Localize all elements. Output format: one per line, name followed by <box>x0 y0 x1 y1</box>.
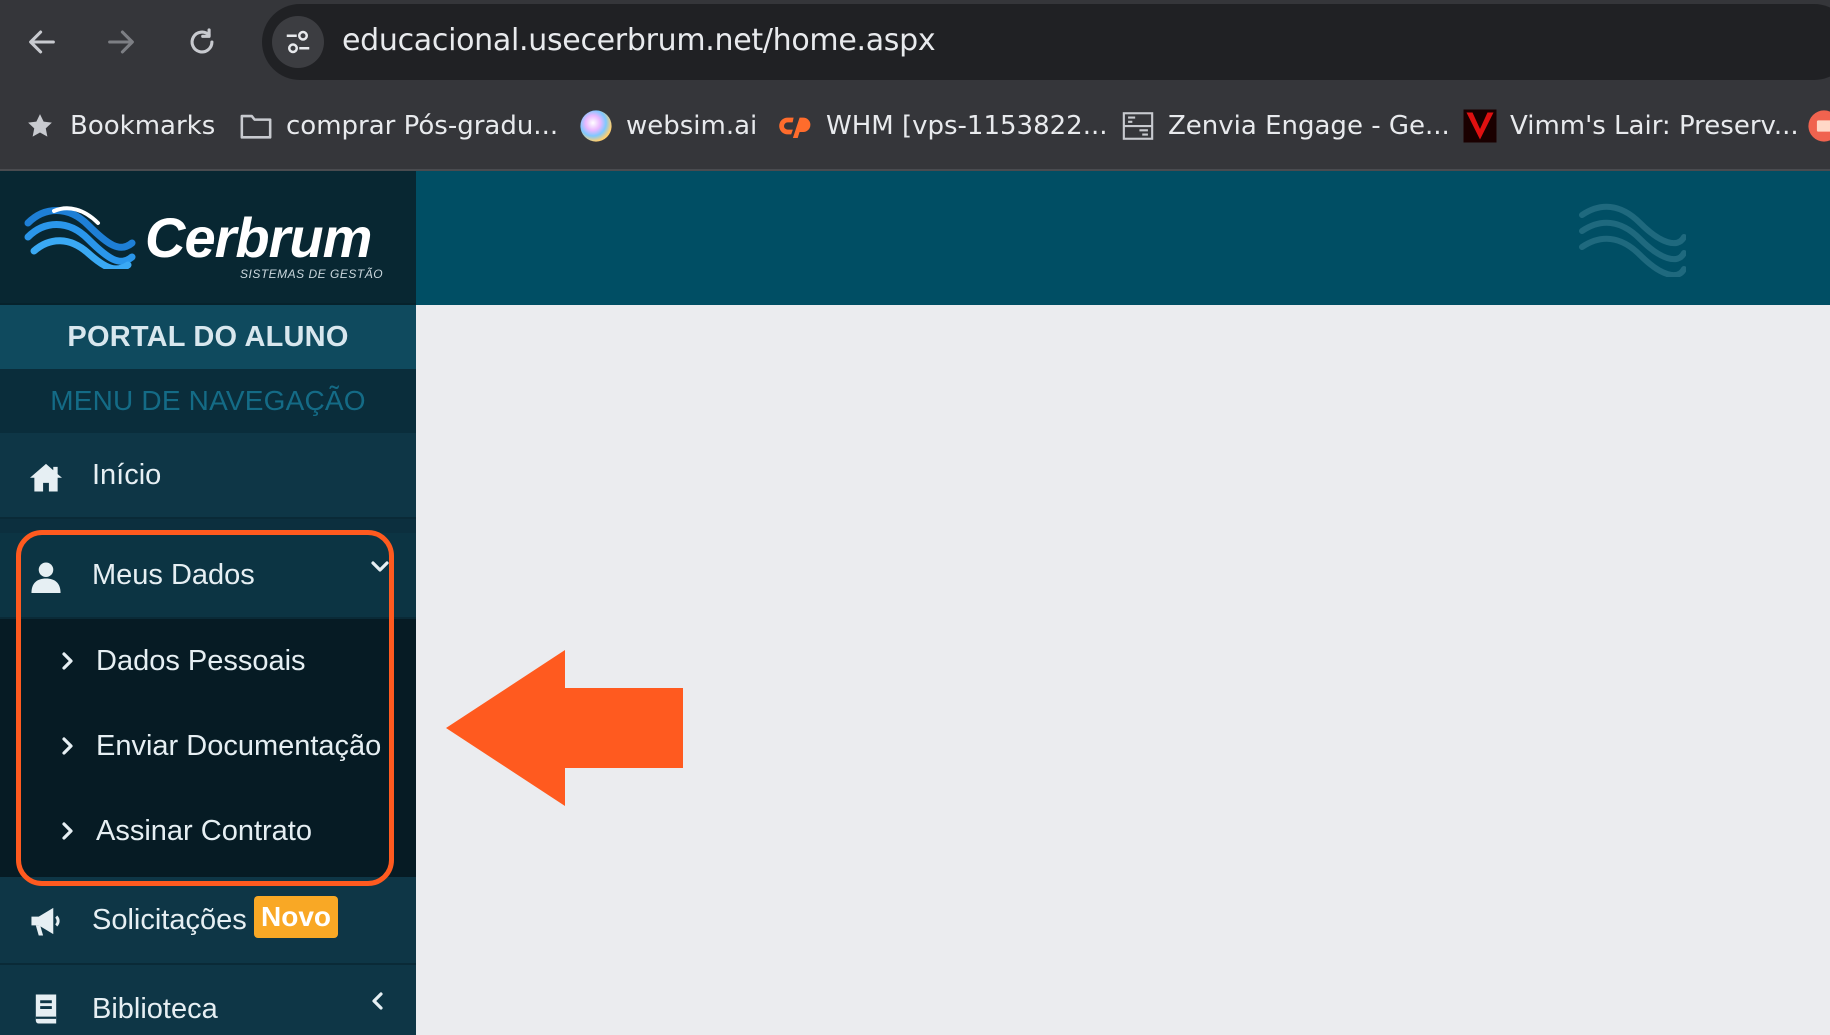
sidebar-item-label: Início <box>92 458 162 491</box>
chevron-down-icon <box>371 561 389 572</box>
top-header-bar <box>416 171 1830 305</box>
book-icon <box>26 991 66 1027</box>
vimm-icon <box>1462 108 1498 144</box>
bookmark-label: Vimm's Lair: Preserv... <box>1510 111 1799 141</box>
sidebar: Cerbrum SISTEMAS DE GESTÃO PORTAL DO ALU… <box>0 171 416 1035</box>
back-button[interactable] <box>20 20 64 64</box>
submenu-item-dados-pessoais[interactable]: Dados Pessoais <box>0 619 416 703</box>
sidebar-item-meus-dados[interactable]: Meus Dados <box>0 533 416 619</box>
chevron-right-icon <box>62 652 73 670</box>
logo-tagline: SISTEMAS DE GESTÃO <box>240 267 384 281</box>
logo-wordmark: Cerbrum <box>145 206 372 269</box>
bookmark-vimm[interactable]: Vimm's Lair: Preserv... <box>1462 104 1799 148</box>
menu-header: MENU DE NAVEGAÇÃO <box>0 369 416 433</box>
star-icon <box>22 108 58 144</box>
home-icon <box>26 459 66 495</box>
callout-arrow-icon <box>446 650 683 806</box>
bookmark-whm[interactable]: WHM [vps-1153822... <box>778 104 1108 148</box>
user-icon <box>26 559 66 595</box>
chevron-left-icon <box>372 992 383 1010</box>
screenshot-frame: educacional.usecerbrum.net/home.aspx Boo… <box>0 0 1830 1035</box>
bookmark-folder[interactable]: comprar Pós-gradu... <box>238 104 558 148</box>
bookmark-zenvia[interactable]: Zenvia Engage - Ge... <box>1120 104 1450 148</box>
forward-arrow-icon <box>108 30 134 54</box>
forward-button[interactable] <box>99 20 143 64</box>
bookmark-label: WHM [vps-1153822... <box>826 111 1108 141</box>
bookmark-label: Zenvia Engage - Ge... <box>1168 111 1450 141</box>
submenu-meus-dados: Dados Pessoais Enviar Documentação Assin… <box>0 619 416 877</box>
logo[interactable]: Cerbrum SISTEMAS DE GESTÃO <box>0 171 416 305</box>
portal-title: PORTAL DO ALUNO <box>0 305 416 369</box>
site-info-button[interactable] <box>272 16 324 68</box>
sidebar-item-inicio[interactable]: Início <box>0 433 416 519</box>
submenu-item-label: Enviar Documentação <box>96 729 382 762</box>
new-badge: Novo <box>254 896 338 938</box>
websim-icon <box>578 108 614 144</box>
reload-button[interactable] <box>180 20 224 64</box>
sidebar-item-biblioteca[interactable]: Biblioteca <box>0 965 416 1035</box>
cerbrum-logo-icon <box>24 206 136 269</box>
cerbrum-watermark-icon <box>1579 203 1686 277</box>
submenu-item-label: Assinar Contrato <box>96 814 312 847</box>
reload-icon <box>190 28 214 54</box>
folder-icon <box>238 108 274 144</box>
browser-toolbar: educacional.usecerbrum.net/home.aspx <box>0 0 1830 84</box>
megaphone-icon <box>26 903 66 939</box>
bookmark-bookmarks[interactable]: Bookmarks <box>22 104 215 148</box>
bookmark-label: Bookmarks <box>70 111 216 141</box>
chevron-right-icon <box>62 822 73 840</box>
sidebar-item-solicitacoes[interactable]: Solicitações Novo <box>0 877 416 965</box>
bookmark-label: websim.ai <box>626 111 758 141</box>
address-bar[interactable]: educacional.usecerbrum.net/home.aspx <box>262 4 1830 80</box>
submenu-item-assinar-contrato[interactable]: Assinar Contrato <box>0 789 416 873</box>
bookmarks-bar: Bookmarks comprar Pós-gradu... websim.ai <box>0 84 1830 171</box>
cpanel-icon <box>778 108 814 144</box>
zenvia-icon <box>1120 108 1156 144</box>
bookmark-websim[interactable]: websim.ai <box>578 104 757 148</box>
bookmark-label: comprar Pós-gradu... <box>286 111 559 141</box>
submenu-item-label: Dados Pessoais <box>96 644 306 677</box>
url-text[interactable]: educacional.usecerbrum.net/home.aspx <box>342 23 936 58</box>
chevron-right-icon <box>62 737 73 755</box>
submenu-item-enviar-documentacao[interactable]: Enviar Documentação <box>0 704 416 788</box>
bookmark-favicon-icon <box>1806 108 1830 144</box>
web-page: Cerbrum SISTEMAS DE GESTÃO PORTAL DO ALU… <box>0 171 1830 1035</box>
tune-icon <box>286 30 310 54</box>
bookmark-overflow[interactable] <box>1806 104 1830 148</box>
sidebar-item-label: Meus Dados <box>92 558 255 591</box>
back-arrow-icon <box>29 30 55 54</box>
sidebar-item-label: Solicitações <box>92 903 247 936</box>
sidebar-item-label: Biblioteca <box>92 992 218 1025</box>
